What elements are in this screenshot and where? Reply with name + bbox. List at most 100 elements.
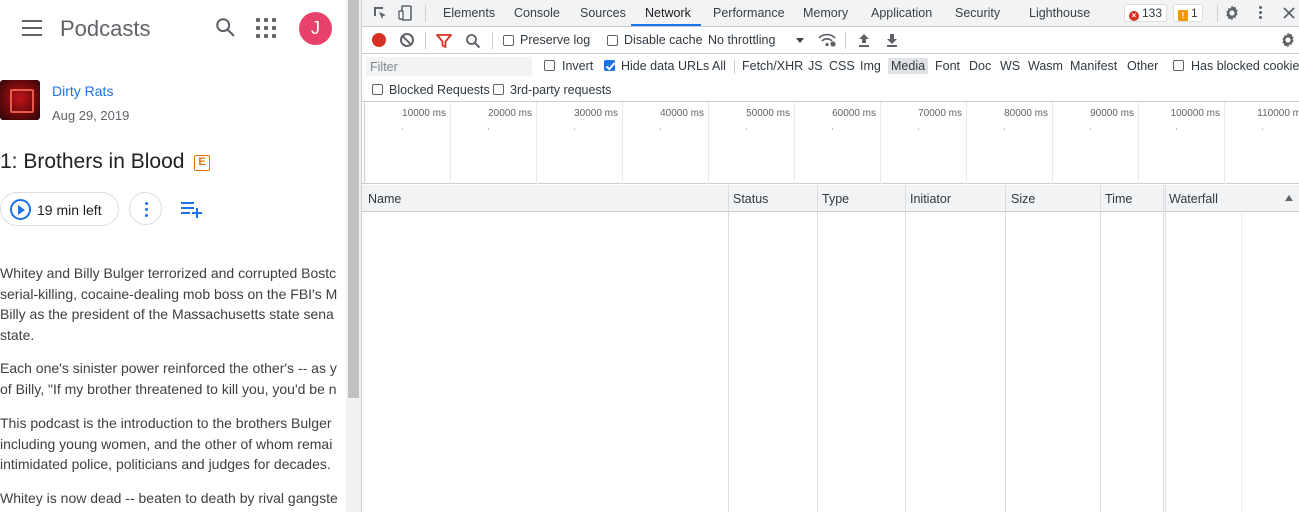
waterfall-gridline bbox=[1241, 212, 1242, 512]
menu-icon[interactable] bbox=[22, 20, 42, 36]
invert-checkbox[interactable] bbox=[544, 60, 555, 71]
apps-grid-icon[interactable] bbox=[256, 18, 276, 38]
tab-memory[interactable]: Memory bbox=[803, 6, 848, 20]
record-button[interactable] bbox=[372, 33, 386, 47]
description-line: including young women, and the other of … bbox=[0, 435, 333, 452]
error-count-badge[interactable]: × 133 bbox=[1124, 4, 1168, 22]
page-scrollbar-thumb[interactable] bbox=[348, 0, 359, 398]
column-divider[interactable] bbox=[1163, 185, 1164, 512]
network-overview-timeline[interactable]: 10000 ms 20000 ms 30000 ms 40000 ms 50000 ms… bbox=[362, 102, 1299, 184]
error-count: 133 bbox=[1142, 6, 1163, 20]
description-line: of Billy, "If my brother threatened to k… bbox=[0, 380, 337, 397]
tab-network[interactable]: Network bbox=[645, 6, 691, 20]
third-party-label: 3rd-party requests bbox=[510, 83, 612, 97]
tab-console[interactable]: Console bbox=[514, 6, 560, 20]
show-artwork[interactable] bbox=[0, 80, 40, 120]
add-to-queue-icon[interactable] bbox=[180, 200, 204, 218]
column-divider[interactable] bbox=[817, 185, 818, 512]
type-filter-all[interactable]: All bbox=[709, 59, 729, 73]
overview-tick-label: 20000 ms bbox=[488, 108, 532, 119]
toolbar-separator bbox=[492, 32, 493, 49]
filter-icon[interactable] bbox=[436, 34, 452, 48]
type-filter-js[interactable]: JS bbox=[805, 59, 826, 73]
show-name-link[interactable]: Dirty Rats bbox=[52, 83, 113, 99]
filter-input[interactable] bbox=[366, 57, 532, 76]
close-devtools-icon[interactable] bbox=[1282, 6, 1296, 20]
type-filter-manifest[interactable]: Manifest bbox=[1067, 59, 1120, 73]
episode-description-p4: Whitey is now dead -- beaten to death by… bbox=[0, 488, 346, 509]
column-status[interactable]: Status bbox=[733, 192, 768, 206]
type-filter-doc[interactable]: Doc bbox=[966, 59, 994, 73]
blocked-requests-label: Blocked Requests bbox=[389, 83, 490, 97]
overview-tick-label: 110000 ms bbox=[1257, 108, 1299, 119]
column-divider[interactable] bbox=[905, 185, 906, 512]
has-blocked-cookies-checkbox[interactable] bbox=[1173, 60, 1184, 71]
avatar[interactable]: J bbox=[299, 12, 332, 45]
podcasts-pane: Podcasts J Dirty Rats Aug 29, 2019 1: Br… bbox=[0, 0, 346, 512]
overview-request-mark bbox=[660, 128, 661, 130]
column-name[interactable]: Name bbox=[368, 192, 401, 206]
disable-cache-checkbox[interactable] bbox=[607, 35, 618, 46]
hide-data-urls-checkbox[interactable] bbox=[604, 60, 615, 71]
overview-gridline bbox=[1224, 102, 1225, 184]
type-filter-media[interactable]: Media bbox=[888, 58, 929, 74]
type-filter-fetch-xhr[interactable]: Fetch/XHR bbox=[739, 59, 806, 73]
overview-tick-label: 30000 ms bbox=[574, 108, 618, 119]
type-filter-wasm[interactable]: Wasm bbox=[1025, 59, 1066, 73]
overview-gridline bbox=[450, 102, 451, 184]
network-toolbar: Preserve log Disable cache No throttling bbox=[362, 27, 1299, 54]
tab-application[interactable]: Application bbox=[871, 6, 932, 20]
preserve-log-checkbox[interactable] bbox=[503, 35, 514, 46]
tab-lighthouse[interactable]: Lighthouse bbox=[1029, 6, 1090, 20]
play-button[interactable]: 19 min left bbox=[0, 192, 119, 226]
device-toolbar-icon[interactable] bbox=[398, 5, 414, 21]
network-conditions-icon[interactable] bbox=[818, 33, 836, 47]
third-party-checkbox[interactable] bbox=[493, 84, 504, 95]
more-options-button[interactable] bbox=[129, 192, 162, 225]
blocked-requests-checkbox[interactable] bbox=[372, 84, 383, 95]
column-divider[interactable] bbox=[1100, 185, 1101, 512]
overview-tick-label: 60000 ms bbox=[832, 108, 876, 119]
search-icon[interactable] bbox=[214, 16, 236, 38]
overview-request-mark bbox=[1176, 128, 1177, 130]
type-filter-ws[interactable]: WS bbox=[997, 59, 1023, 73]
type-filter-font[interactable]: Font bbox=[932, 59, 963, 73]
import-har-icon[interactable] bbox=[858, 33, 870, 47]
type-filter-img[interactable]: Img bbox=[857, 59, 884, 73]
sort-ascending-icon[interactable] bbox=[1285, 195, 1293, 201]
episode-description-p2: Each one's sinister power reinforced the… bbox=[0, 358, 346, 399]
toolbar-separator bbox=[845, 32, 846, 49]
search-icon[interactable] bbox=[465, 33, 481, 49]
throttling-select[interactable]: No throttling bbox=[708, 33, 775, 47]
episode-date: Aug 29, 2019 bbox=[52, 108, 130, 123]
overview-gridline bbox=[880, 102, 881, 184]
overview-gridline bbox=[1138, 102, 1139, 184]
column-initiator[interactable]: Initiator bbox=[910, 192, 951, 206]
settings-gear-icon[interactable] bbox=[1224, 5, 1240, 21]
overview-tick-label: 10000 ms bbox=[402, 108, 446, 119]
network-settings-gear-icon[interactable] bbox=[1280, 32, 1296, 48]
column-time[interactable]: Time bbox=[1105, 192, 1132, 206]
export-har-icon[interactable] bbox=[886, 33, 898, 47]
column-divider[interactable] bbox=[1005, 185, 1006, 512]
column-type[interactable]: Type bbox=[822, 192, 849, 206]
tab-security[interactable]: Security bbox=[955, 6, 1000, 20]
description-line: Each one's sinister power reinforced the… bbox=[0, 360, 337, 376]
tab-sources[interactable]: Sources bbox=[580, 6, 626, 20]
inspect-element-icon[interactable] bbox=[372, 5, 388, 21]
type-filter-other[interactable]: Other bbox=[1124, 59, 1161, 73]
tab-performance[interactable]: Performance bbox=[713, 6, 785, 20]
app-title: Podcasts bbox=[60, 16, 151, 41]
type-filter-css[interactable]: CSS bbox=[826, 59, 858, 73]
tab-elements[interactable]: Elements bbox=[443, 6, 495, 20]
column-waterfall[interactable]: Waterfall bbox=[1169, 192, 1218, 206]
warning-count: 1 bbox=[1191, 6, 1198, 20]
more-options-icon[interactable] bbox=[1259, 6, 1263, 20]
description-line: state. bbox=[0, 326, 35, 343]
warning-count-badge[interactable]: ! 1 bbox=[1173, 4, 1203, 22]
column-size[interactable]: Size bbox=[1011, 192, 1035, 206]
clear-icon[interactable] bbox=[400, 33, 414, 47]
chevron-down-icon[interactable] bbox=[796, 38, 804, 43]
column-divider[interactable] bbox=[728, 185, 729, 512]
overview-tick-label: 90000 ms bbox=[1090, 108, 1134, 119]
